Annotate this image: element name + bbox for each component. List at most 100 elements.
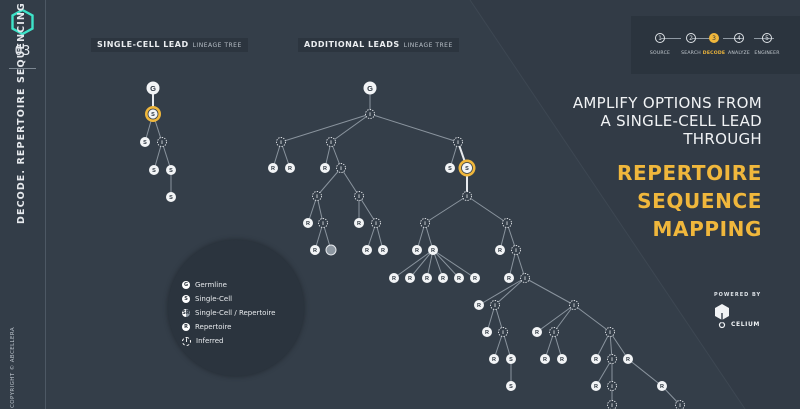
inferred-node[interactable]: i [462,191,472,201]
repertoire-node[interactable]: R [532,327,542,337]
legend-item-single-cell: S Single-Cell [182,293,232,305]
repertoire-node[interactable]: R [591,381,601,391]
node-letter: R [408,276,412,282]
node-letter: R [594,357,598,363]
node-letter: R [392,276,396,282]
single-cell-node[interactable]: S [166,192,176,202]
inferred-node[interactable]: i [354,191,364,201]
legend-item-single-cell-repertoire: SR Single-Cell / Repertoire [182,307,275,319]
inferred-node[interactable]: i [420,218,430,228]
node-letter: R [313,248,317,254]
step-search[interactable]: 2 [686,33,696,43]
inferred-node[interactable]: i [520,273,530,283]
inferred-node[interactable]: i [365,109,375,119]
legend-label: Inferred [196,337,224,345]
repertoire-node[interactable]: R [412,245,422,255]
node-legend: G Germline S Single-Cell SR Single-Cell / R… [168,240,304,376]
inferred-node[interactable]: i [502,218,512,228]
germline-node[interactable]: G [363,81,377,95]
single-cell-node[interactable]: S [445,163,455,173]
inferred-node[interactable]: i [490,300,500,310]
repertoire-node[interactable]: R [362,245,372,255]
repertoire-node[interactable]: R [310,245,320,255]
node-letter: G [367,84,373,93]
repertoire-node[interactable]: R [428,245,438,255]
repertoire-node[interactable]: R [474,300,484,310]
inferred-node[interactable]: i [607,400,617,409]
inferred-node[interactable]: i [312,191,322,201]
tree-edge [424,195,468,224]
single-cell-node[interactable]: S [506,381,516,391]
repertoire-node[interactable]: R [623,354,633,364]
repertoire-node[interactable]: R [405,273,415,283]
celium-logo[interactable]: CELIUM [714,303,764,333]
germline-node[interactable]: G [146,81,160,95]
headline: AMPLIFY OPTIONS FROM A SINGLE-CELL LEAD … [532,94,762,148]
repertoire-node[interactable]: R [285,163,295,173]
repertoire-node[interactable]: R [540,354,550,364]
repertoire-node[interactable]: R [389,273,399,283]
repertoire-node[interactable]: R [657,381,667,391]
headline-accent: REPERTOIRE SEQUENCE MAPPING [532,159,762,243]
repertoire-node[interactable]: R [354,218,364,228]
repertoire-node[interactable]: R [303,218,313,228]
inferred-node[interactable]: i [371,218,381,228]
tree-edge [478,277,526,306]
repertoire-node[interactable]: R [320,163,330,173]
repertoire-node-icon: R [182,323,190,331]
inferred-node[interactable]: i [511,245,521,255]
headline-accent-line: REPERTOIRE [616,161,762,185]
repertoire-node[interactable]: R [557,354,567,364]
single-cell-repertoire-node[interactable] [325,244,337,256]
inferred-node[interactable]: i [498,327,508,337]
tree-edge [432,249,460,279]
inferred-node[interactable]: i [453,137,463,147]
inferred-node[interactable]: i [318,218,328,228]
repertoire-node[interactable]: R [504,273,514,283]
step-decode[interactable]: 3 [709,33,719,43]
inferred-node[interactable]: i [549,327,559,337]
celium-logo-icon [715,304,729,329]
repertoire-node[interactable]: R [470,273,480,283]
repertoire-node[interactable]: R [268,163,278,173]
tree-edge [340,167,360,197]
inferred-node[interactable]: i [276,137,286,147]
node-letter: G [150,84,156,93]
tree-edge [524,277,575,306]
inferred-node[interactable]: i [607,354,617,364]
tree-edge [316,167,342,197]
node-letter: S [152,168,156,174]
single-cell-node[interactable]: S [140,137,150,147]
step-analyze[interactable]: 4 [734,33,744,43]
step-source[interactable]: 1 [655,33,665,43]
single-cell-node[interactable]: S [149,165,159,175]
step-engineer[interactable]: 5 [762,33,772,43]
repertoire-node[interactable]: R [378,245,388,255]
repertoire-node[interactable]: R [495,245,505,255]
node-letter: R [425,276,429,282]
single-cell-lead-node[interactable]: S [145,106,161,122]
legend-label: Single-Cell / Repertoire [195,309,276,317]
repertoire-node[interactable]: R [454,273,464,283]
node-letter: R [594,384,598,390]
single-cell-lead-node[interactable]: S [458,159,476,177]
single-cell-node[interactable]: S [506,354,516,364]
inferred-node[interactable]: i [569,300,579,310]
germline-node-icon: G [182,281,190,289]
repertoire-node[interactable]: R [591,354,601,364]
node-letter: R [271,166,275,172]
inferred-node[interactable]: i [607,381,617,391]
repertoire-node[interactable]: R [482,327,492,337]
inferred-node[interactable]: i [336,163,346,173]
node-letter: R [492,357,496,363]
repertoire-node[interactable]: R [422,273,432,283]
inferred-node[interactable]: i [605,327,615,337]
node-letter: R [306,221,310,227]
repertoire-node[interactable]: R [489,354,499,364]
single-cell-repertoire-node-icon: SR [182,309,190,317]
inferred-node[interactable]: i [326,137,336,147]
node-letter: S [509,384,513,390]
single-cell-node[interactable]: S [166,165,176,175]
inferred-node[interactable]: i [157,137,167,147]
repertoire-node[interactable]: R [438,273,448,283]
